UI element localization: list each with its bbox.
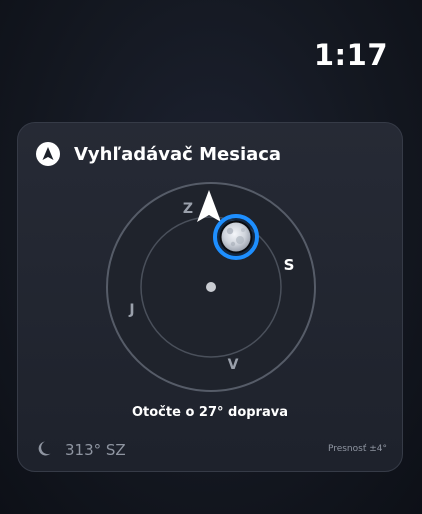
compass-center-dot	[206, 282, 216, 292]
moon-finder-widget[interactable]: Vyhľadávač Mesiaca Z S J V Otočte o 27° …	[17, 122, 403, 472]
compass-label-west: Z	[183, 201, 193, 217]
rotation-instruction: Otočte o 27° doprava	[131, 405, 288, 420]
compass-label-south: J	[128, 302, 134, 318]
compass-label-east: V	[228, 357, 239, 373]
heading-readout: 313° SZ	[38, 439, 126, 461]
accuracy-label: Presnosť ±4°	[327, 444, 387, 454]
compass-dial: Z S J V	[106, 182, 316, 392]
crescent-moon-icon	[38, 439, 56, 461]
heading-value: 313° SZ	[65, 441, 126, 459]
compass-label-north: S	[284, 256, 295, 274]
status-bar-time: 1:17	[313, 38, 388, 72]
full-moon-icon	[213, 214, 259, 260]
